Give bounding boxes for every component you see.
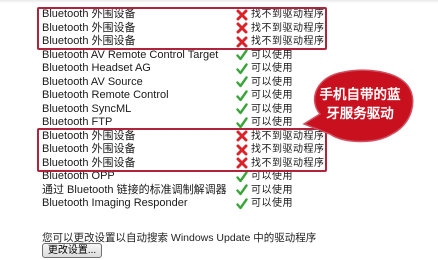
device-name: Bluetooth AV Remote Control Target bbox=[42, 48, 219, 61]
device-status-text: 可以使用 bbox=[251, 49, 293, 61]
device-row: Bluetooth AV Source 可以使用 bbox=[0, 76, 330, 90]
device-status-text: 可以使用 bbox=[251, 63, 293, 74]
device-name: Bluetooth AV Source bbox=[42, 75, 143, 88]
device-status: 可以使用 bbox=[236, 89, 293, 103]
device-status: 可以使用 bbox=[236, 103, 293, 117]
green-check-icon bbox=[236, 171, 248, 183]
device-name: Bluetooth SyncML bbox=[42, 102, 132, 115]
device-name: Bluetooth Remote Control bbox=[42, 89, 169, 101]
device-name: 通过 Bluetooth 链接的标准调制解调器 bbox=[42, 183, 227, 196]
device-row: Bluetooth Headset AG 可以使用 bbox=[0, 62, 330, 76]
green-check-icon bbox=[236, 117, 248, 129]
device-row: Bluetooth Remote Control 可以使用 bbox=[0, 89, 330, 103]
annotation-text: 手机自带的蓝牙服务驱动 bbox=[319, 87, 401, 122]
device-status-text: 可以使用 bbox=[251, 198, 293, 209]
device-row: Bluetooth Imaging Responder 可以使用 bbox=[0, 197, 330, 211]
device-name: Bluetooth OPP bbox=[42, 170, 115, 182]
device-status-text: 可以使用 bbox=[251, 103, 293, 115]
device-status: 可以使用 bbox=[236, 62, 293, 76]
device-status: 可以使用 bbox=[236, 170, 293, 184]
top-divider bbox=[0, 0, 438, 3]
device-row: Bluetooth SyncML 可以使用 bbox=[0, 103, 330, 117]
device-status-text: 可以使用 bbox=[251, 171, 293, 182]
device-status-text: 可以使用 bbox=[251, 76, 293, 88]
device-status: 可以使用 bbox=[236, 197, 293, 211]
device-name: Bluetooth Imaging Responder bbox=[42, 197, 188, 209]
device-row: Bluetooth AV Remote Control Target 可以使用 bbox=[0, 49, 330, 63]
device-status: 可以使用 bbox=[236, 184, 293, 198]
green-check-icon bbox=[236, 63, 248, 75]
device-status-text: 可以使用 bbox=[251, 90, 293, 101]
green-check-icon bbox=[236, 76, 248, 88]
device-row: Bluetooth OPP 可以使用 bbox=[0, 170, 330, 184]
device-name: Bluetooth Headset AG bbox=[42, 62, 151, 74]
highlight-box-top bbox=[37, 7, 327, 50]
device-row: 通过 Bluetooth 链接的标准调制解调器 可以使用 bbox=[0, 184, 330, 198]
annotation-callout: 手机自带的蓝牙服务驱动 bbox=[300, 64, 418, 152]
change-settings-button[interactable]: 更改设置... bbox=[42, 243, 102, 258]
green-check-icon bbox=[236, 103, 248, 115]
green-check-icon bbox=[236, 49, 248, 61]
device-status: 可以使用 bbox=[236, 76, 293, 90]
green-check-icon bbox=[236, 90, 248, 102]
highlight-box-middle bbox=[37, 128, 327, 172]
green-check-icon bbox=[236, 184, 248, 196]
device-status: 可以使用 bbox=[236, 49, 293, 63]
device-status-text: 可以使用 bbox=[251, 184, 293, 196]
green-check-icon bbox=[236, 198, 248, 210]
